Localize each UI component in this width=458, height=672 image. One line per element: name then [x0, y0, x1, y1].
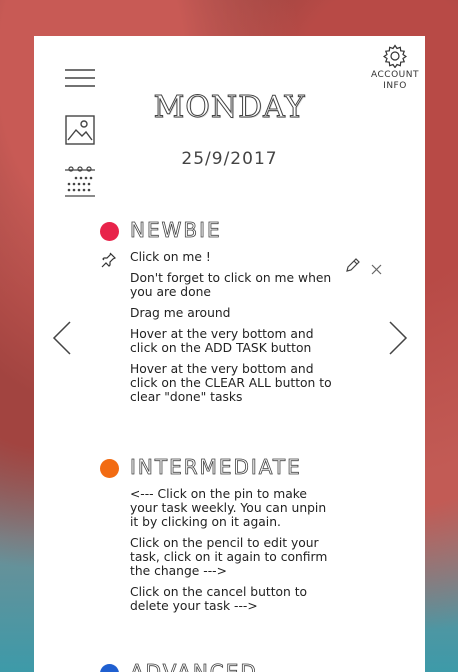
section-title: INTERMEDIATE	[130, 455, 302, 480]
task-item[interactable]: Don't forget to click on me when you are…	[130, 271, 335, 299]
section-title: ADVANCED	[130, 660, 258, 672]
task-item[interactable]: <--- Click on the pin to make your task …	[130, 487, 335, 529]
pencil-icon[interactable]	[345, 258, 360, 277]
planner-card: ACCOUNT INFO MONDAY 25/9/2017 NEWBIE Cli…	[34, 36, 425, 672]
section-color-dot	[100, 222, 119, 241]
pin-icon[interactable]	[100, 252, 117, 268]
chevron-right-icon[interactable]	[388, 321, 408, 355]
account-label-line1: ACCOUNT	[371, 70, 419, 80]
close-icon[interactable]	[371, 260, 382, 279]
task-item[interactable]: Click on the cancel button to delete you…	[130, 585, 335, 613]
task-item[interactable]: Drag me around	[130, 306, 335, 320]
section-color-dot	[100, 459, 119, 478]
task-item[interactable]: Click on me !	[130, 250, 335, 264]
date-label: 25/9/2017	[181, 149, 278, 169]
chevron-left-icon[interactable]	[52, 321, 72, 355]
gear-icon	[383, 44, 407, 68]
task-item[interactable]: Click on the pencil to edit your task, c…	[130, 536, 335, 578]
task-list: Click on me ! Don't forget to click on m…	[130, 250, 335, 411]
section-color-dot	[100, 664, 119, 672]
day-title: MONDAY	[153, 90, 306, 126]
section-title: NEWBIE	[130, 218, 222, 243]
task-item[interactable]: Hover at the very bottom and click on th…	[130, 362, 335, 404]
task-item[interactable]: Hover at the very bottom and click on th…	[130, 327, 335, 355]
account-info-button[interactable]: ACCOUNT INFO	[369, 44, 421, 92]
task-list: <--- Click on the pin to make your task …	[130, 487, 335, 620]
